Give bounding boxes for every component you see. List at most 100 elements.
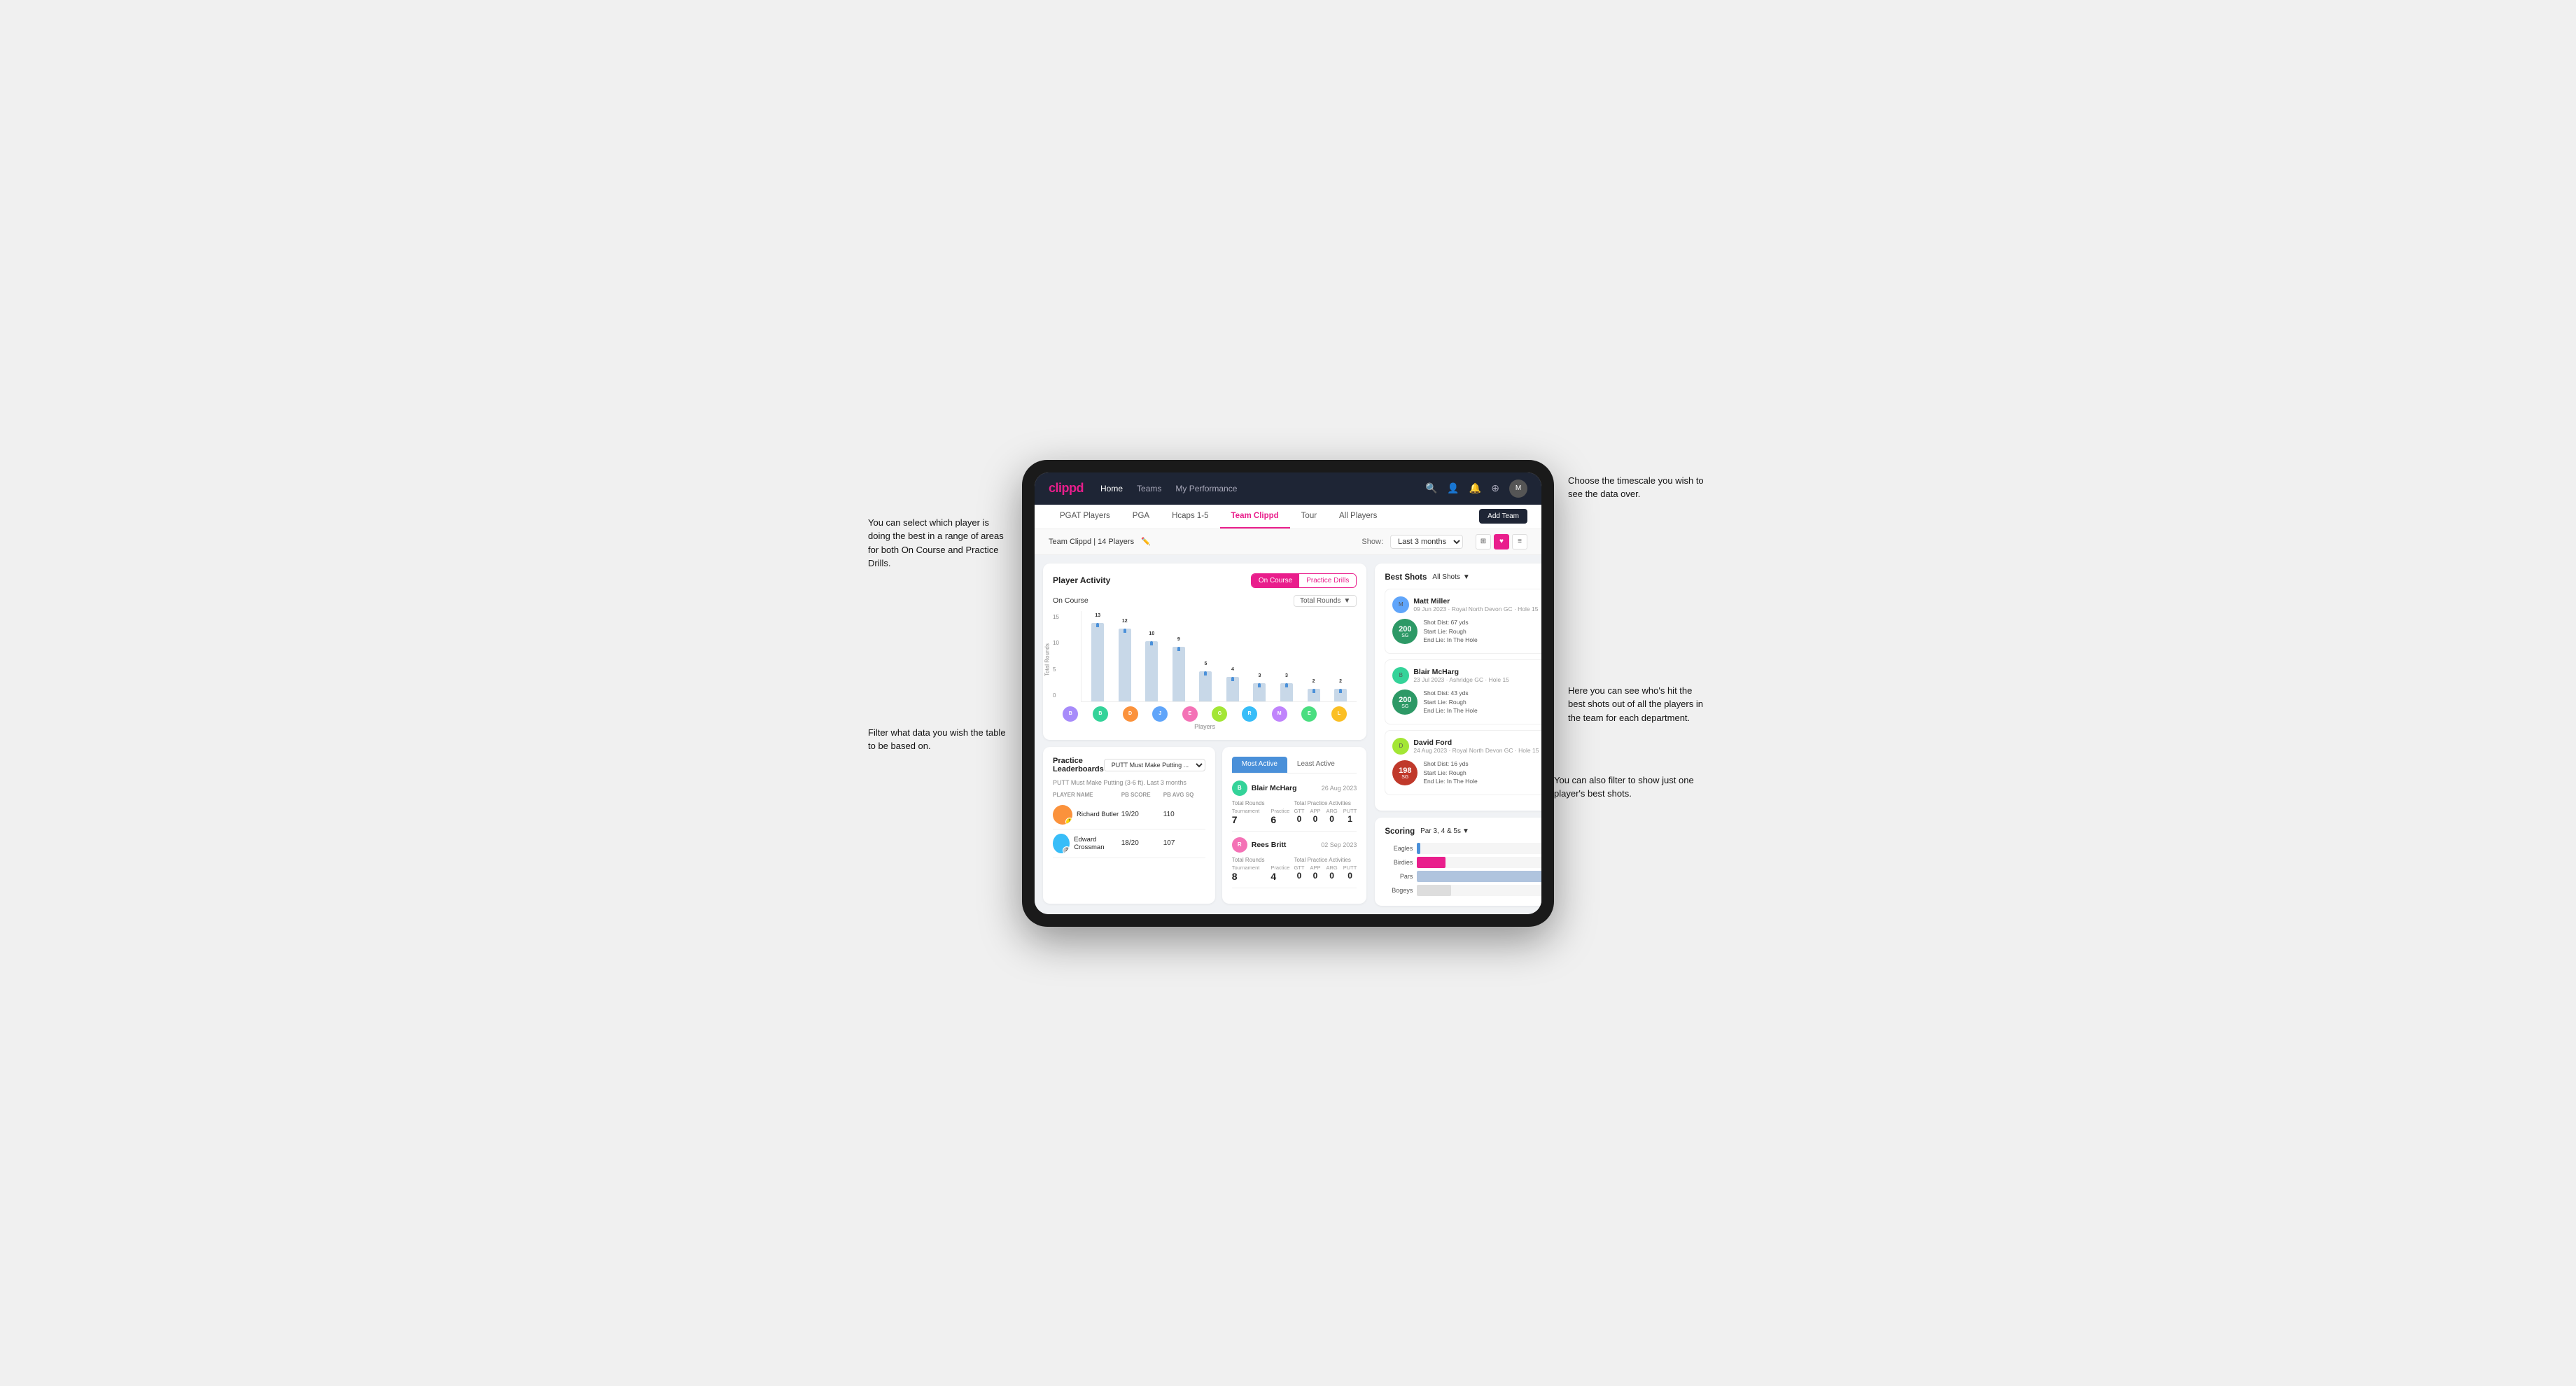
shot-player-meta-2: 23 Jul 2023 · Ashridge GC · Hole 15 [1413,676,1509,683]
shot-player-meta-1: 09 Jun 2023 · Royal North Devon GC · Hol… [1413,606,1538,612]
total-practice-section-1: Total Practice Activities GTT 0 APP [1294,800,1357,825]
bar-group-4: 5 [1192,611,1219,701]
lb-row-1[interactable]: 1 Richard Butler 19/20 110 [1053,801,1205,830]
main-content: Player Activity On Course Practice Drill… [1035,555,1541,914]
shot-badge-2: 200 SG [1392,690,1418,715]
time-period-select[interactable]: Last 3 months Last 6 months Last year [1390,535,1463,549]
bar-5[interactable]: 4 [1226,677,1239,701]
shot-badge-3: 198 SG [1392,760,1418,785]
player-avatar-9: L [1331,706,1347,722]
shot-player-name-2: Blair McHarg [1413,668,1509,676]
activity-date-1: 26 Aug 2023 [1322,785,1357,792]
bar-0[interactable]: 13 [1091,623,1104,701]
bar-group-8: 2 [1300,611,1327,701]
tab-pga[interactable]: PGA [1121,505,1161,528]
lb-badge-1: 1 [1065,818,1072,825]
right-panel: Best Shots All Shots ▼ All Players ▼ [1375,564,1541,906]
show-label: Show: [1362,538,1383,546]
player-avatars: BBDJEGRMEL [1053,706,1357,722]
bar-group-0: 13 [1084,611,1112,701]
scoring-par-filter[interactable]: Par 3, 4 & 5s ▼ [1420,827,1469,835]
player-avatar-3: J [1152,706,1168,722]
shot-player-info-2: B Blair McHarg 23 Jul 2023 · Ashridge GC… [1392,667,1509,684]
total-practice-section-2: Total Practice Activities GTT 0 APP [1294,857,1357,882]
shot-player-header-1: M Matt Miller 09 Jun 2023 · Royal North … [1392,596,1541,613]
leaderboard-title: Practice Leaderboards [1053,757,1104,774]
most-active-tab[interactable]: Most Active [1232,757,1287,773]
leaderboard-header: Practice Leaderboards PUTT Must Make Put… [1053,757,1205,774]
plus-circle-icon[interactable]: ⊕ [1491,482,1499,494]
left-panel: Player Activity On Course Practice Drill… [1043,564,1366,906]
list-view-btn[interactable]: ≡ [1512,534,1527,550]
shots-type-filter[interactable]: All Shots ▼ [1432,573,1469,581]
bar-1[interactable]: 12 [1119,629,1131,701]
activity-avatar-1: B [1232,780,1247,796]
annotation-topleft: You can select which player is doing the… [868,516,1008,570]
shot-info-3: Shot Dist: 16 yds Start Lie: Rough End L… [1423,760,1538,786]
search-icon[interactable]: 🔍 [1425,482,1437,494]
shot-card-3[interactable]: D David Ford 24 Aug 2023 · Royal North D… [1385,730,1541,795]
activity-player-header-2: R Rees Britt 02 Sep 2023 [1232,837,1357,853]
activity-player-header-1: B Blair McHarg 26 Aug 2023 [1232,780,1357,796]
scoring-chart: Eagles3Birdies96Pars499Bogeys115 [1385,843,1541,896]
edit-icon[interactable]: ✏️ [1141,537,1151,546]
activity-player-1: B Blair McHarg 26 Aug 2023 Total Rounds [1232,780,1357,832]
bell-icon[interactable]: 🔔 [1469,482,1481,494]
bar-8[interactable]: 2 [1308,689,1320,701]
tab-tour[interactable]: Tour [1290,505,1328,528]
bar-3[interactable]: 9 [1172,647,1185,701]
shot-card-1[interactable]: M Matt Miller 09 Jun 2023 · Royal North … [1385,589,1541,654]
users-icon[interactable]: 👤 [1447,482,1459,494]
lb-avatar-1: 1 [1053,805,1072,825]
lb-row-2[interactable]: 2 Edward Crossman 18/20 107 [1053,830,1205,858]
drill-select[interactable]: PUTT Must Make Putting ... [1104,759,1205,771]
add-team-button[interactable]: Add Team [1479,509,1527,524]
practice-leaderboard-card: Practice Leaderboards PUTT Must Make Put… [1043,747,1215,904]
player-avatar-1: B [1093,706,1108,722]
total-rounds-filter[interactable]: Total Rounds ▼ [1294,595,1357,607]
shot-player-header-2: B Blair McHarg 23 Jul 2023 · Ashridge GC… [1392,667,1541,684]
practice-val-1: 6 [1270,814,1289,825]
total-rounds-section-2: Total Rounds Tournament 8 Practice [1232,857,1290,882]
user-avatar[interactable]: M [1509,479,1527,498]
shot-avatar-3: D [1392,738,1409,755]
total-rounds-section-1: Total Rounds Tournament 7 Practice [1232,800,1290,825]
tab-team-clippd[interactable]: Team Clippd [1220,505,1290,528]
nav-home[interactable]: Home [1100,484,1123,493]
best-shots-title: Best Shots [1385,573,1427,582]
bar-6[interactable]: 3 [1253,683,1266,701]
best-shots-header: Best Shots All Shots ▼ All Players ▼ [1385,573,1541,582]
player-avatar-6: R [1242,706,1257,722]
player-avatar-0: B [1063,706,1078,722]
tab-hcaps[interactable]: Hcaps 1-5 [1161,505,1219,528]
grid-view-btn[interactable]: ⊞ [1476,534,1491,550]
least-active-tab[interactable]: Least Active [1287,757,1345,773]
nav-teams[interactable]: Teams [1137,484,1161,493]
scoring-row-1: Birdies96 [1385,857,1541,868]
tab-all-players[interactable]: All Players [1328,505,1388,528]
bar-2[interactable]: 10 [1145,641,1158,701]
shot-card-2[interactable]: B Blair McHarg 23 Jul 2023 · Ashridge GC… [1385,659,1541,724]
tab-pgat-players[interactable]: PGAT Players [1049,505,1121,528]
lb-col-pb-score: PB SCORE [1121,792,1163,798]
bar-group-7: 3 [1273,611,1301,701]
annotation-topright: Choose the timescale you wish to see the… [1568,474,1708,501]
bar-7[interactable]: 3 [1280,683,1293,701]
shot-player-name-1: Matt Miller [1413,597,1538,606]
view-icons: ⊞ ♥ ≡ [1476,534,1527,550]
bar-9[interactable]: 2 [1334,689,1347,701]
scoring-row-0: Eagles3 [1385,843,1541,854]
scoring-row-3: Bogeys115 [1385,885,1541,896]
drill-subtitle: PUTT Must Make Putting (3-6 ft). Last 3 … [1053,779,1205,786]
logo: clippd [1049,481,1084,496]
activity-date-2: 02 Sep 2023 [1321,841,1357,848]
nav-my-performance[interactable]: My Performance [1175,484,1237,493]
sub-nav-right: Add Team [1479,509,1527,524]
heart-view-btn[interactable]: ♥ [1494,534,1509,550]
activity-player-name-2: R Rees Britt [1232,837,1287,853]
annotation-midright: Here you can see who's hit the best shot… [1568,684,1708,725]
on-course-toggle[interactable]: On Course [1252,574,1299,587]
practice-drills-toggle[interactable]: Practice Drills [1299,574,1356,587]
shot-avatar-1: M [1392,596,1409,613]
bar-4[interactable]: 5 [1199,671,1212,701]
